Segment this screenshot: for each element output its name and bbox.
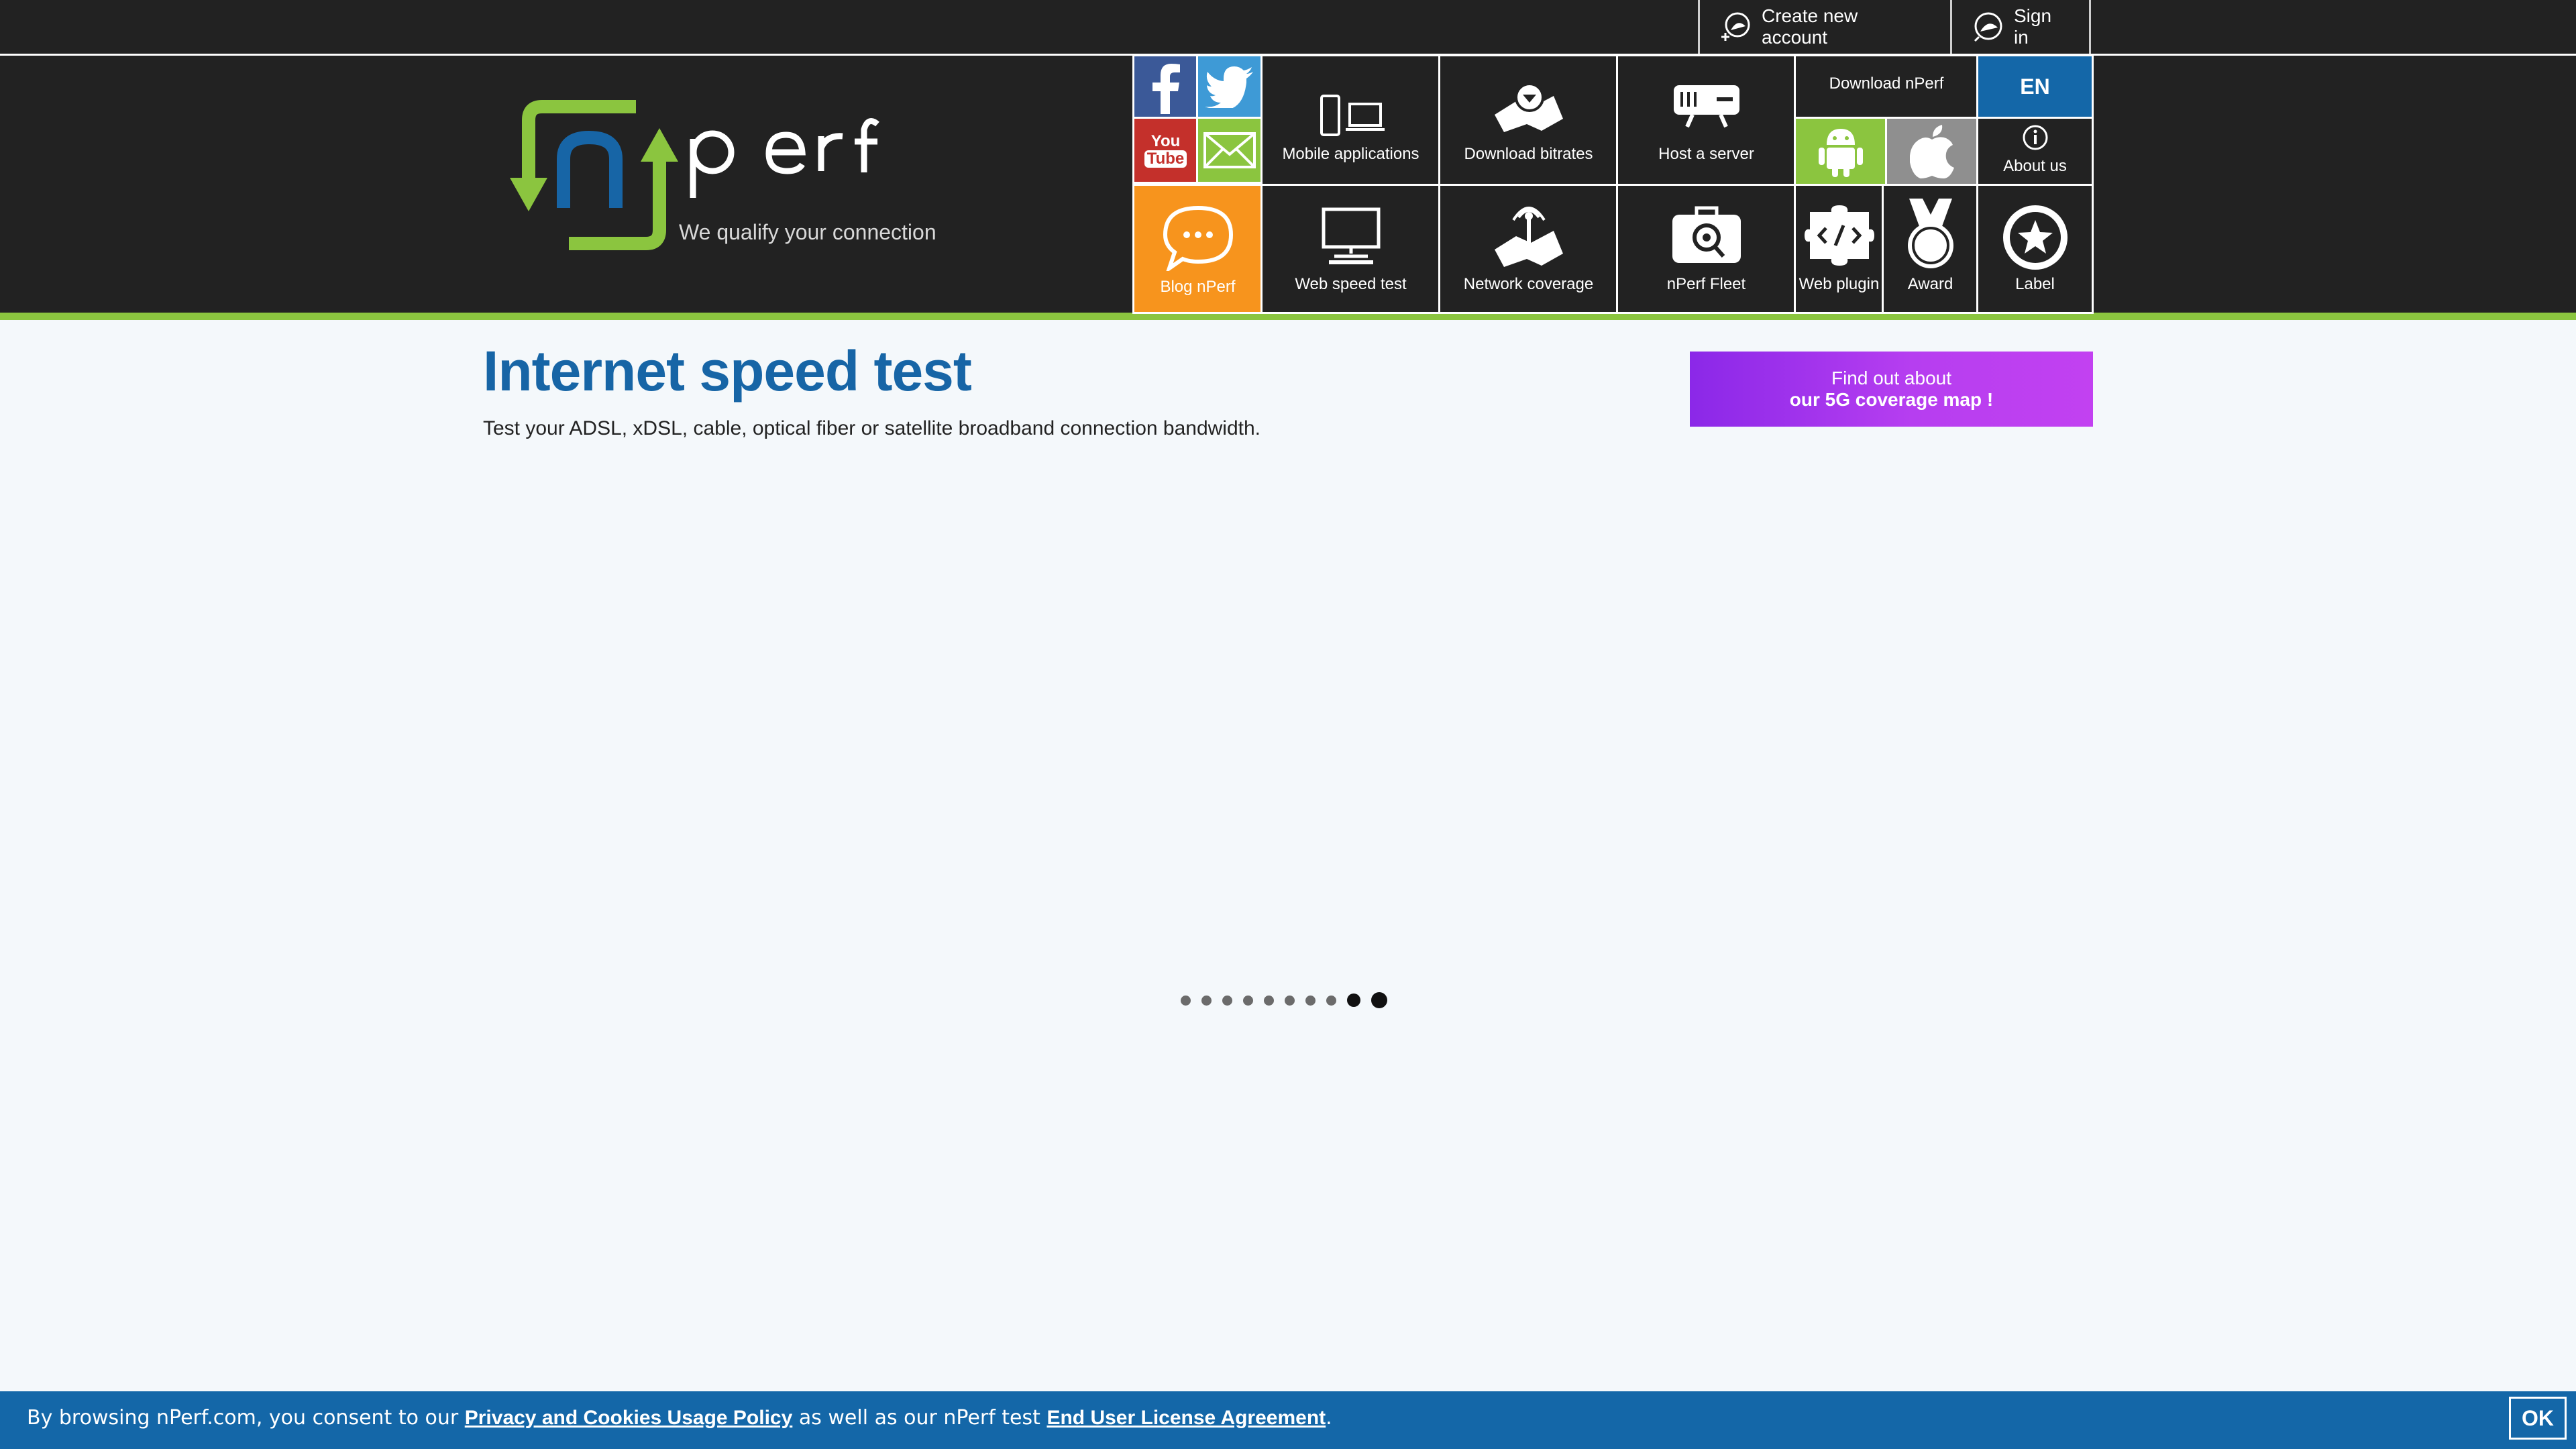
medal-icon: [1907, 199, 1953, 268]
youtube-icon: You Tube: [1144, 133, 1187, 168]
android-download-link[interactable]: [1794, 117, 1888, 186]
privacy-policy-link[interactable]: Privacy and Cookies Usage Policy: [465, 1407, 793, 1429]
twitter-link[interactable]: [1196, 54, 1263, 119]
chat-bubble-icon: [1163, 205, 1233, 271]
cookie-text-before: By browsing nPerf.com, you consent to ou…: [27, 1406, 465, 1430]
download-nperf-label: Download nPerf: [1829, 74, 1944, 93]
header-accent-line: [0, 313, 2576, 320]
loading-dot: [1222, 995, 1232, 1006]
network-coverage-label: Network coverage: [1463, 275, 1594, 293]
loading-indicator: [1181, 990, 1395, 1010]
promo-line-1: Find out about: [1831, 368, 1952, 388]
label-label: Label: [2015, 275, 2055, 293]
cookie-consent-bar: By browsing nPerf.com, you consent to ou…: [0, 1391, 2576, 1449]
nav-blog[interactable]: Blog nPerf: [1132, 184, 1263, 314]
download-bitrates-label: Download bitrates: [1464, 145, 1593, 163]
loading-dot: [1305, 995, 1316, 1006]
page-title: Internet speed test: [483, 339, 972, 402]
cookie-text-middle: as well as our nPerf test: [792, 1406, 1047, 1430]
nperf-fleet-label: nPerf Fleet: [1666, 275, 1746, 293]
loading-dot: [1285, 995, 1295, 1006]
youtube-link[interactable]: You Tube: [1132, 117, 1199, 184]
nav-host-server[interactable]: Host a server: [1616, 54, 1796, 186]
desktop-icon: [1322, 207, 1380, 264]
email-link[interactable]: [1196, 117, 1263, 184]
android-icon: [1819, 129, 1863, 177]
loading-dot-active: [1347, 994, 1360, 1007]
loading-dot-active: [1371, 992, 1387, 1008]
map-pin-icon: [1494, 83, 1563, 132]
nperf-logo[interactable]: We qualify your connection: [502, 97, 951, 258]
account-bar: Create new account Sign in: [0, 0, 2576, 54]
cookie-text-after: .: [1326, 1406, 1332, 1430]
nav-web-speed-test[interactable]: Web speed test: [1260, 184, 1441, 314]
nav-label[interactable]: Label: [1976, 184, 2094, 314]
logo-tagline: We qualify your connection: [679, 220, 936, 244]
cookie-message: By browsing nPerf.com, you consent to ou…: [27, 1406, 1332, 1430]
youtube-text-top: You: [1150, 132, 1181, 150]
language-selector[interactable]: EN: [1976, 54, 2094, 119]
nav-award[interactable]: Award: [1882, 184, 1979, 314]
youtube-text-bottom: Tube: [1144, 150, 1187, 168]
about-us-label: About us: [2003, 157, 2067, 175]
loading-dot: [1243, 995, 1253, 1006]
nav-web-plugin[interactable]: Web plugin: [1794, 184, 1884, 314]
5g-coverage-promo-button[interactable]: Find out about our 5G coverage map !: [1690, 352, 2093, 427]
loading-dot: [1181, 995, 1191, 1006]
nperf-logo-mark: We qualify your connection: [510, 100, 936, 250]
nav-nperf-fleet[interactable]: nPerf Fleet: [1616, 184, 1796, 314]
sign-in-button[interactable]: Sign in: [1950, 0, 2091, 54]
facebook-icon: [1152, 63, 1180, 114]
nav-about-us[interactable]: About us: [1976, 117, 2094, 186]
loading-dot: [1326, 995, 1336, 1006]
nav-mobile-applications[interactable]: Mobile applications: [1260, 54, 1441, 186]
language-label: EN: [2020, 74, 2050, 99]
create-account-label: Create new account: [1762, 5, 1858, 48]
host-server-label: Host a server: [1658, 145, 1754, 163]
twitter-icon: [1205, 66, 1253, 108]
page-subtitle: Test your ADSL, xDSL, cable, optical fib…: [483, 417, 1261, 439]
nav-download-bitrates[interactable]: Download bitrates: [1438, 54, 1619, 186]
web-speed-test-label: Web speed test: [1295, 275, 1407, 293]
devices-icon: [1320, 95, 1385, 136]
nav-network-coverage[interactable]: Network coverage: [1438, 184, 1619, 314]
apple-icon: [1910, 125, 1954, 178]
server-icon: [1673, 85, 1739, 128]
star-badge-icon: [2002, 205, 2068, 270]
cookie-ok-button[interactable]: OK: [2509, 1397, 2567, 1440]
puzzle-code-icon: [1804, 205, 1874, 266]
apple-download-link[interactable]: [1885, 117, 1979, 186]
facebook-link[interactable]: [1132, 54, 1199, 119]
blog-label: Blog nPerf: [1160, 278, 1236, 296]
download-nperf-header: Download nPerf: [1794, 54, 1979, 119]
info-icon: [2023, 125, 2047, 150]
create-account-button[interactable]: Create new account: [1698, 0, 1903, 54]
sign-in-label: Sign in: [2014, 5, 2052, 48]
award-label: Award: [1907, 275, 1953, 293]
user-icon: [1974, 12, 2002, 42]
email-icon: [1203, 132, 1256, 168]
promo-line-2: our 5G coverage map !: [1789, 389, 1994, 410]
loading-dot: [1264, 995, 1274, 1006]
loading-dot: [1201, 995, 1212, 1006]
add-user-icon: [1721, 12, 1750, 41]
toolbox-icon: [1672, 206, 1741, 263]
mobile-applications-label: Mobile applications: [1282, 145, 1419, 163]
eula-link[interactable]: End User License Agreement: [1046, 1407, 1326, 1429]
web-plugin-label: Web plugin: [1799, 275, 1880, 293]
coverage-icon: [1494, 207, 1563, 267]
